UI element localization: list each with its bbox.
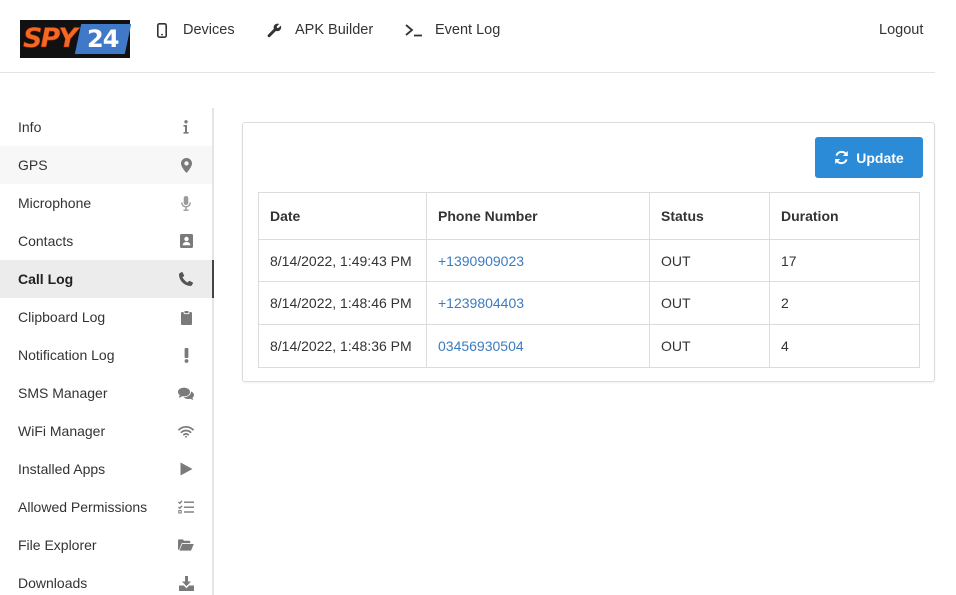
- logo-text-24: 24: [74, 24, 132, 54]
- nav-apk-builder-label: APK Builder: [295, 22, 374, 38]
- cell-duration: 17: [769, 239, 920, 282]
- sidebar-item-label: Info: [18, 119, 42, 135]
- info-icon: [178, 119, 194, 135]
- nav-event-log[interactable]: Event Log: [405, 20, 500, 40]
- table-row: 8/14/2022, 1:48:36 PM 03456930504 OUT 4: [258, 324, 920, 368]
- wrench-icon: [265, 21, 283, 39]
- phone-number-link[interactable]: 03456930504: [438, 338, 524, 354]
- sidebar-item-gps[interactable]: GPS: [0, 146, 212, 184]
- nav-event-log-label: Event Log: [435, 22, 501, 38]
- sidebar-item-label: Allowed Permissions: [18, 499, 148, 515]
- sidebar-item-label: Installed Apps: [18, 461, 106, 477]
- map-marker-icon: [178, 157, 194, 173]
- sidebar-item-downloads[interactable]: Downloads: [0, 564, 212, 595]
- phone-icon: [178, 271, 194, 287]
- exclamation-icon: [178, 347, 194, 363]
- column-header-status[interactable]: Status: [649, 192, 770, 240]
- column-header-phone-number[interactable]: Phone Number: [426, 192, 650, 240]
- sidebar-item-file-explorer[interactable]: File Explorer: [0, 526, 212, 564]
- cell-date: 8/14/2022, 1:49:43 PM: [258, 239, 427, 282]
- comments-icon: [178, 385, 194, 401]
- sidebar-item-microphone[interactable]: Microphone: [0, 184, 212, 222]
- nav-devices-label: Devices: [183, 22, 235, 38]
- sidebar-item-label: File Explorer: [18, 537, 97, 553]
- tasks-icon: [178, 499, 194, 515]
- sidebar-item-label: GPS: [18, 157, 48, 173]
- phone-number-link[interactable]: +1390909023: [438, 253, 524, 269]
- cell-phone-number: +1239804403: [426, 281, 650, 325]
- sidebar-item-installed-apps[interactable]: Installed Apps: [0, 450, 212, 488]
- update-button[interactable]: Update: [815, 137, 923, 178]
- clipboard-icon: [178, 309, 194, 325]
- sidebar-item-clipboard-log[interactable]: Clipboard Log: [0, 298, 212, 336]
- folder-open-icon: [178, 537, 194, 553]
- cell-status: OUT: [649, 281, 770, 325]
- terminal-icon: [405, 21, 423, 39]
- table-header-row: Date Phone Number Status Duration: [258, 192, 920, 240]
- cell-phone-number: 03456930504: [426, 324, 650, 368]
- call-log-panel: Update Date Phone Number Status Duration…: [242, 122, 935, 382]
- mobile-icon: [153, 21, 171, 39]
- cell-duration: 2: [769, 281, 920, 325]
- sidebar-item-info[interactable]: Info: [0, 108, 212, 146]
- call-log-table: Date Phone Number Status Duration 8/14/2…: [258, 192, 920, 368]
- update-button-label: Update: [856, 149, 904, 166]
- sidebar-item-label: WiFi Manager: [18, 423, 106, 439]
- sidebar-item-label: Microphone: [18, 195, 92, 211]
- sidebar-item-label: Clipboard Log: [18, 309, 106, 325]
- table-row: 8/14/2022, 1:48:46 PM +1239804403 OUT 2: [258, 281, 920, 325]
- wifi-icon: [178, 423, 194, 439]
- sidebar-item-label: Call Log: [18, 271, 74, 287]
- cell-status: OUT: [649, 239, 770, 282]
- sidebar-item-allowed-permissions[interactable]: Allowed Permissions: [0, 488, 212, 526]
- sidebar-item-label: Contacts: [18, 233, 74, 249]
- sidebar-item-wifi-manager[interactable]: WiFi Manager: [0, 412, 212, 450]
- cell-duration: 4: [769, 324, 920, 368]
- table-row: 8/14/2022, 1:49:43 PM +1390909023 OUT 17: [258, 239, 920, 282]
- download-icon: [178, 575, 194, 591]
- play-icon: [178, 461, 194, 477]
- cell-date: 8/14/2022, 1:48:36 PM: [258, 324, 427, 368]
- sidebar-item-label: SMS Manager: [18, 385, 108, 401]
- sidebar-item-label: Downloads: [18, 575, 88, 591]
- column-header-duration[interactable]: Duration: [769, 192, 920, 240]
- cell-phone-number: +1390909023: [426, 239, 650, 282]
- phone-number-link[interactable]: +1239804403: [438, 295, 524, 311]
- sidebar-item-label: Notification Log: [18, 347, 115, 363]
- sidebar-item-call-log[interactable]: Call Log: [0, 260, 214, 298]
- column-header-date[interactable]: Date: [258, 192, 427, 240]
- refresh-icon: [834, 150, 849, 165]
- spy24-logo[interactable]: SPY 24: [20, 20, 132, 58]
- nav-devices[interactable]: Devices: [153, 20, 235, 40]
- logout-link[interactable]: Logout: [879, 20, 923, 40]
- cell-status: OUT: [649, 324, 770, 368]
- sidebar-item-contacts[interactable]: Contacts: [0, 222, 212, 260]
- sidebar-item-sms-manager[interactable]: SMS Manager: [0, 374, 212, 412]
- logo-text-spy: SPY: [23, 23, 78, 55]
- address-book-icon: [178, 233, 194, 249]
- cell-date: 8/14/2022, 1:48:46 PM: [258, 281, 427, 325]
- sidebar-item-notification-log[interactable]: Notification Log: [0, 336, 212, 374]
- microphone-icon: [178, 195, 194, 211]
- sidebar: Info GPS Microphone Contacts Call Log Cl…: [0, 108, 214, 595]
- nav-apk-builder[interactable]: APK Builder: [265, 20, 373, 40]
- top-navbar: SPY 24 Devices APK Builder Event Log Log…: [0, 0, 935, 73]
